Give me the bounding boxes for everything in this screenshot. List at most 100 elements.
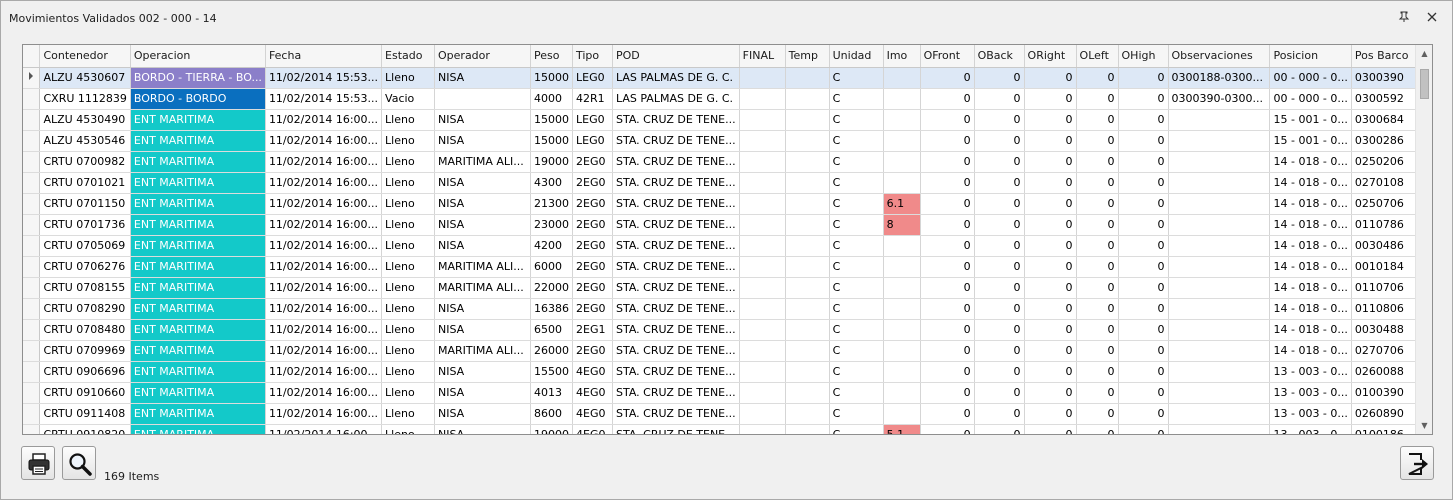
cell-fecha[interactable]: 11/02/2014 15:53... [265,67,383,89]
cell-pod[interactable]: STA. CRUZ DE TENE... [612,361,740,383]
cell-unidad[interactable]: C [829,319,884,341]
cell-contenedor[interactable]: CRTU 0701150 [39,193,131,215]
cell-oleft[interactable]: 0 [1076,277,1119,299]
table-row[interactable]: CRTU 0706276 ENT MARITIMA 11/02/2014 16:00… [23,256,1432,278]
cell-operacion[interactable]: ENT MARITIMA [130,319,266,341]
cell-estado[interactable]: Lleno [381,193,436,215]
search-button[interactable] [62,446,96,480]
cell-ohigh[interactable]: 0 [1118,340,1169,362]
table-row[interactable]: CRTU 0910660 ENT MARITIMA 11/02/2014 16:00… [23,382,1432,404]
cell-ofront[interactable]: 0 [920,298,975,320]
cell-peso[interactable]: 21300 [530,193,573,215]
cell-oleft[interactable]: 0 [1076,235,1119,257]
cell-contenedor[interactable]: CRTU 0708290 [39,298,131,320]
cell-final[interactable] [739,214,786,236]
cell-fecha[interactable]: 11/02/2014 16:00... [265,151,383,173]
cell-operador[interactable]: NISA [434,235,531,257]
cell-tipo[interactable]: 4EG0 [572,424,613,434]
column-header-ofront[interactable]: OFront [920,45,975,68]
cell-pod[interactable]: LAS PALMAS DE G. C. [612,88,740,110]
cell-operacion[interactable]: ENT MARITIMA [130,382,266,404]
cell-estado[interactable]: Lleno [381,277,436,299]
cell-imo[interactable] [883,130,921,152]
cell-estado[interactable]: Lleno [381,424,436,434]
cell-imo[interactable] [883,361,921,383]
cell-fecha[interactable]: 11/02/2014 16:00... [265,298,383,320]
cell-oright[interactable]: 0 [1024,214,1077,236]
cell-ohigh[interactable]: 0 [1118,256,1169,278]
data-grid[interactable]: Contenedor Operacion Fecha Estado Operador Pe… [22,44,1433,435]
cell-contenedor[interactable]: ALZU 4530546 [39,130,131,152]
cell-oback[interactable]: 0 [974,193,1025,215]
cell-oback[interactable]: 0 [974,382,1025,404]
cell-unidad[interactable]: C [829,214,884,236]
cell-observaciones[interactable] [1168,109,1271,131]
cell-oright[interactable]: 0 [1024,361,1077,383]
print-button[interactable] [21,446,55,480]
cell-observaciones[interactable] [1168,151,1271,173]
cell-tipo[interactable]: 4EG0 [572,382,613,404]
cell-ohigh[interactable]: 0 [1118,319,1169,341]
cell-oleft[interactable]: 0 [1076,151,1119,173]
column-header-operacion[interactable]: Operacion [130,45,266,68]
cell-ofront[interactable]: 0 [920,151,975,173]
cell-operador[interactable]: NISA [434,382,531,404]
cell-posicion[interactable]: 13 - 003 - 0... [1269,382,1352,404]
cell-fecha[interactable]: 11/02/2014 16:00... [265,235,383,257]
cell-operador[interactable]: NISA [434,172,531,194]
cell-unidad[interactable]: C [829,235,884,257]
cell-oright[interactable]: 0 [1024,88,1077,110]
cell-final[interactable] [739,67,786,89]
cell-estado[interactable]: Lleno [381,340,436,362]
cell-imo[interactable]: 5.1 [883,424,921,434]
cell-tipo[interactable]: LEG0 [572,109,613,131]
row-indicator[interactable] [23,67,41,89]
column-header-oback[interactable]: OBack [974,45,1025,68]
cell-imo[interactable] [883,382,921,404]
cell-oback[interactable]: 0 [974,109,1025,131]
cell-oback[interactable]: 0 [974,88,1025,110]
cell-temp[interactable] [785,340,830,362]
cell-oback[interactable]: 0 [974,172,1025,194]
cell-oback[interactable]: 0 [974,214,1025,236]
cell-posicion[interactable]: 00 - 000 - 0... [1269,67,1352,89]
cell-oleft[interactable]: 0 [1076,214,1119,236]
table-row[interactable]: CRTU 0906696 ENT MARITIMA 11/02/2014 16:00… [23,361,1432,383]
cell-peso[interactable]: 4000 [530,88,573,110]
cell-unidad[interactable]: C [829,88,884,110]
cell-ofront[interactable]: 0 [920,403,975,425]
cell-ofront[interactable]: 0 [920,424,975,434]
column-header-unidad[interactable]: Unidad [829,45,884,68]
cell-oback[interactable]: 0 [974,256,1025,278]
cell-oleft[interactable]: 0 [1076,424,1119,434]
cell-contenedor[interactable]: CRTU 0706276 [39,256,131,278]
close-icon[interactable] [1425,11,1439,25]
table-row[interactable]: CRTU 0911408 ENT MARITIMA 11/02/2014 16:00… [23,403,1432,425]
cell-fecha[interactable]: 11/02/2014 16:00... [265,256,383,278]
cell-unidad[interactable]: C [829,256,884,278]
cell-estado[interactable]: Lleno [381,67,436,89]
cell-estado[interactable]: Lleno [381,403,436,425]
table-row[interactable]: CRTU 0708155 ENT MARITIMA 11/02/2014 16:00… [23,277,1432,299]
cell-ohigh[interactable]: 0 [1118,403,1169,425]
cell-ofront[interactable]: 0 [920,340,975,362]
cell-observaciones[interactable] [1168,403,1271,425]
cell-temp[interactable] [785,193,830,215]
cell-ohigh[interactable]: 0 [1118,424,1169,434]
cell-posicion[interactable]: 14 - 018 - 0... [1269,298,1352,320]
cell-operador[interactable]: NISA [434,424,531,434]
cell-operacion[interactable]: ENT MARITIMA [130,424,266,434]
cell-pod[interactable]: STA. CRUZ DE TENE... [612,298,740,320]
cell-contenedor[interactable]: CRTU 0708480 [39,319,131,341]
column-header-estado[interactable]: Estado [381,45,436,68]
cell-fecha[interactable]: 11/02/2014 16:00... [265,424,383,434]
cell-operador[interactable]: NISA [434,130,531,152]
cell-pod[interactable]: STA. CRUZ DE TENE... [612,172,740,194]
cell-observaciones[interactable] [1168,424,1271,434]
cell-peso[interactable]: 4200 [530,235,573,257]
cell-operacion[interactable]: ENT MARITIMA [130,214,266,236]
column-header-imo[interactable]: Imo [883,45,921,68]
table-row[interactable]: CRTU 0701736 ENT MARITIMA 11/02/2014 16:00… [23,214,1432,236]
cell-oright[interactable]: 0 [1024,424,1077,434]
cell-oright[interactable]: 0 [1024,298,1077,320]
